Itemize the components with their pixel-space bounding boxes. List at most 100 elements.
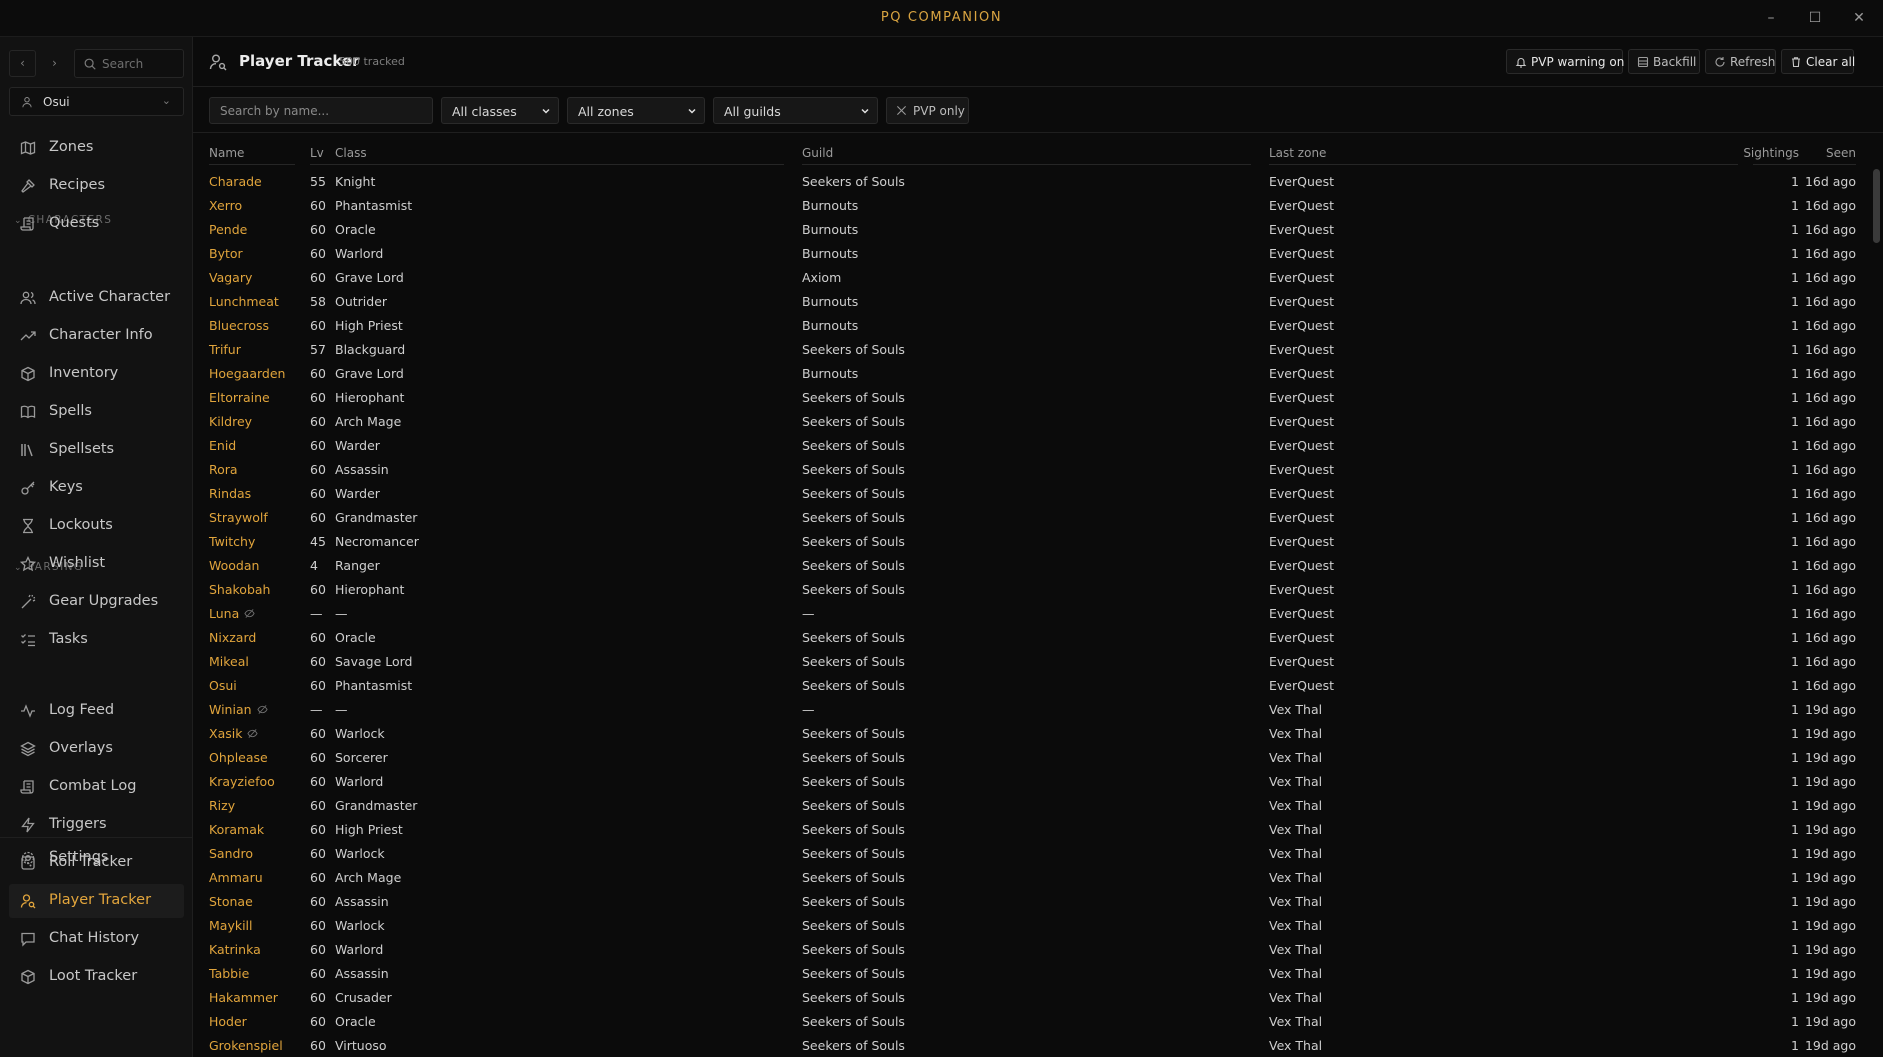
back-button[interactable]: ‹ [9, 50, 36, 77]
table-row[interactable]: Katrinka 60 Warlord Seekers of Souls Vex Tha… [193, 938, 1883, 962]
table-row[interactable]: Vagary 60 Grave Lord Axiom EverQuest 1 16d ago [193, 266, 1883, 290]
refresh-button[interactable]: Refresh [1705, 49, 1776, 74]
player-name[interactable]: Tabbie [209, 966, 249, 981]
sidebar-item-spells[interactable]: Spells [9, 395, 184, 429]
player-name[interactable]: Bytor [209, 246, 243, 261]
player-name[interactable]: Charade [209, 174, 262, 189]
player-name[interactable]: Hoder [209, 1014, 247, 1029]
player-name[interactable]: Ammaru [209, 870, 263, 885]
table-row[interactable]: Winian — — — Vex Thal 1 19d ago [193, 698, 1883, 722]
table-row[interactable]: Stonae 60 Assassin Seekers of Souls Vex Thal… [193, 890, 1883, 914]
player-name[interactable]: Rindas [209, 486, 251, 501]
table-row[interactable]: Woodan 4 Ranger Seekers of Souls EverQuest 1 1… [193, 554, 1883, 578]
table-row[interactable]: Koramak 60 High Priest Seekers of Souls Vex … [193, 818, 1883, 842]
player-name[interactable]: Kildrey [209, 414, 252, 429]
player-name[interactable]: Osui [209, 678, 237, 693]
player-name[interactable]: Sandro [209, 846, 253, 861]
player-name[interactable]: Krayziefoo [209, 774, 275, 789]
sidebar-item-lockouts[interactable]: Lockouts [9, 509, 184, 543]
zone-filter-select[interactable]: All zones [567, 97, 705, 124]
character-selector[interactable]: Osui ⌄ [9, 87, 184, 116]
sidebar-item-player-tracker[interactable]: Player Tracker [9, 884, 184, 918]
backfill-button[interactable]: Backfill [1628, 49, 1700, 74]
table-row[interactable]: Rizy 60 Grandmaster Seekers of Souls Vex Tha… [193, 794, 1883, 818]
guild-filter-select[interactable]: All guilds [713, 97, 878, 124]
player-name[interactable]: Xasik [209, 726, 259, 741]
player-name[interactable]: Shakobah [209, 582, 270, 597]
player-name[interactable]: Eltorraine [209, 390, 270, 405]
class-filter-select[interactable]: All classes [441, 97, 559, 124]
sidebar-item-character-info[interactable]: Character Info [9, 319, 184, 353]
sidebar-item-spellsets[interactable]: Spellsets [9, 433, 184, 467]
close-button[interactable]: ✕ [1837, 4, 1881, 32]
player-name[interactable]: Lunchmeat [209, 294, 279, 309]
forward-button[interactable]: › [41, 50, 68, 77]
player-name[interactable]: Ohplease [209, 750, 268, 765]
sidebar-item-quests[interactable]: Quests [9, 207, 184, 241]
player-name[interactable]: Grokenspiel [209, 1038, 283, 1053]
table-scrollbar[interactable] [1870, 133, 1883, 1057]
player-name[interactable]: Enid [209, 438, 236, 453]
player-name[interactable]: Rizy [209, 798, 235, 813]
maximize-button[interactable]: ☐ [1793, 4, 1837, 32]
sidebar-item-inventory[interactable]: Inventory [9, 357, 184, 391]
table-row[interactable]: Krayziefoo 60 Warlord Seekers of Souls Vex T… [193, 770, 1883, 794]
table-row[interactable]: Rindas 60 Warder Seekers of Souls EverQuest 1… [193, 482, 1883, 506]
player-name[interactable]: Winian [209, 702, 268, 717]
scrollbar-thumb[interactable] [1873, 169, 1880, 243]
sidebar-item-roll-tracker[interactable]: Roll Tracker [9, 846, 184, 880]
player-name[interactable]: Rora [209, 462, 238, 477]
player-name[interactable]: Twitchy [209, 534, 255, 549]
player-name[interactable]: Xerro [209, 198, 242, 213]
column-header-guild[interactable]: Guild [802, 146, 833, 160]
player-name[interactable]: Maykill [209, 918, 253, 933]
column-header-seen[interactable]: Seen [1801, 146, 1856, 160]
table-row[interactable]: Osui 60 Phantasmist Seekers of Souls EverQue… [193, 674, 1883, 698]
player-name[interactable]: Koramak [209, 822, 264, 837]
table-row[interactable]: Ohplease 60 Sorcerer Seekers of Souls Vex Th… [193, 746, 1883, 770]
table-row[interactable]: Bytor 60 Warlord Burnouts EverQuest 1 16d ago [193, 242, 1883, 266]
pvp-only-toggle[interactable]: PVP only [886, 97, 969, 124]
sidebar-item-wishlist[interactable]: Wishlist [9, 547, 184, 581]
sidebar-item-recipes[interactable]: Recipes [9, 169, 184, 203]
sidebar-item-active-character[interactable]: Active Character [9, 281, 184, 315]
table-row[interactable]: Lunchmeat 58 Outrider Burnouts EverQuest 1 16d… [193, 290, 1883, 314]
table-row[interactable]: Eltorraine 60 Hierophant Seekers of Souls Ev… [193, 386, 1883, 410]
player-name[interactable]: Pende [209, 222, 247, 237]
player-name[interactable]: Katrinka [209, 942, 261, 957]
table-row[interactable]: Hoegaarden 60 Grave Lord Burnouts EverQuest 1… [193, 362, 1883, 386]
table-row[interactable]: Shakobah 60 Hierophant Seekers of Souls Ever… [193, 578, 1883, 602]
column-header-level[interactable]: Lv [310, 146, 324, 160]
player-name[interactable]: Luna [209, 606, 255, 621]
table-row[interactable]: Xerro 60 Phantasmist Burnouts EverQuest 1 16d … [193, 194, 1883, 218]
table-row[interactable]: Nixzard 60 Oracle Seekers of Souls EverQuest… [193, 626, 1883, 650]
column-header-zone[interactable]: Last zone [1269, 146, 1326, 160]
minimize-button[interactable]: – [1749, 4, 1793, 32]
table-row[interactable]: Ammaru 60 Arch Mage Seekers of Souls Vex Tha… [193, 866, 1883, 890]
table-row[interactable]: Mikeal 60 Savage Lord Seekers of Souls EverQ… [193, 650, 1883, 674]
table-row[interactable]: Sandro 60 Warlock Seekers of Souls Vex Thal 1… [193, 842, 1883, 866]
table-row[interactable]: Straywolf 60 Grandmaster Seekers of Souls Ev… [193, 506, 1883, 530]
table-row[interactable]: Hakammer 60 Crusader Seekers of Souls Vex Th… [193, 986, 1883, 1010]
table-row[interactable]: Rora 60 Assassin Seekers of Souls EverQuest 1… [193, 458, 1883, 482]
table-row[interactable]: Enid 60 Warder Seekers of Souls EverQuest 1 16… [193, 434, 1883, 458]
player-name[interactable]: Woodan [209, 558, 259, 573]
player-name[interactable]: Trifur [209, 342, 241, 357]
table-row[interactable]: Trifur 57 Blackguard Seekers of Souls EverQu… [193, 338, 1883, 362]
table-row[interactable]: Hoder 60 Oracle Seekers of Souls Vex Thal 1 19… [193, 1010, 1883, 1034]
sidebar-item-log-feed[interactable]: Log Feed [9, 694, 184, 728]
player-name[interactable]: Hoegaarden [209, 366, 285, 381]
table-row[interactable]: Maykill 60 Warlock Seekers of Souls Vex Thal… [193, 914, 1883, 938]
table-row[interactable]: Pende 60 Oracle Burnouts EverQuest 1 16d ago [193, 218, 1883, 242]
sidebar-item-keys[interactable]: Keys [9, 471, 184, 505]
sidebar-item-triggers[interactable]: Triggers [9, 808, 184, 842]
column-header-sightings[interactable]: Sightings [1713, 146, 1799, 160]
player-name[interactable]: Hakammer [209, 990, 278, 1005]
player-name[interactable]: Stonae [209, 894, 253, 909]
player-name[interactable]: Straywolf [209, 510, 268, 525]
player-name[interactable]: Bluecross [209, 318, 269, 333]
sidebar-item-loot-tracker[interactable]: Loot Tracker [9, 960, 184, 994]
player-name[interactable]: Nixzard [209, 630, 256, 645]
column-header-name[interactable]: Name [209, 146, 244, 160]
sidebar-item-chat-history[interactable]: Chat History [9, 922, 184, 956]
